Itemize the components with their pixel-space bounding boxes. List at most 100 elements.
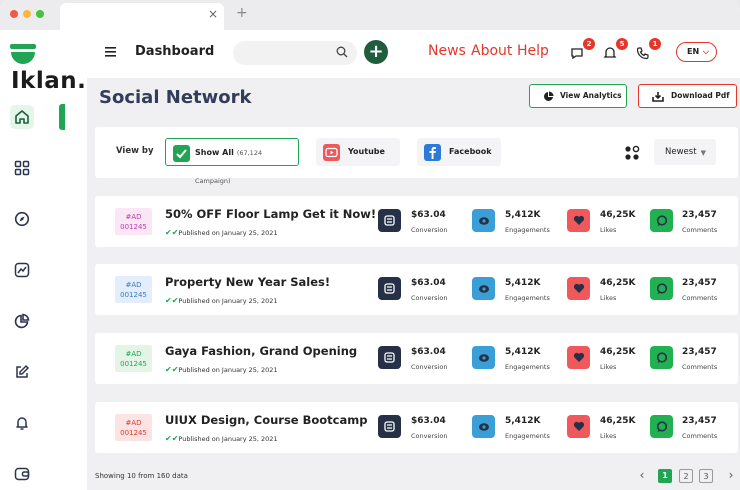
comments-value: 23,457 <box>682 278 717 288</box>
campaign-row[interactable]: #AD 001245 50% OFF Floor Lamp Get it Now!… <box>95 196 738 247</box>
engagements-value: 5,412K <box>505 278 541 288</box>
heart-icon <box>567 415 590 438</box>
nav-link-about[interactable]: About <box>471 43 512 59</box>
engagements-label: Engagements <box>505 226 550 234</box>
search-input[interactable] <box>233 41 357 65</box>
filter-facebook[interactable]: Facebook <box>417 138 501 166</box>
phone-icon <box>636 47 649 60</box>
likes-label: Likes <box>600 363 617 371</box>
top-header: Dashboard + News About Help 2 5 1 EN ⌵ <box>87 30 740 78</box>
conversion-icon <box>378 415 401 438</box>
youtube-label: Youtube <box>348 147 385 156</box>
menu-icon[interactable] <box>105 47 116 57</box>
double-check-icon: ✔✔ <box>165 365 179 374</box>
bell-icon <box>16 417 28 430</box>
nav-link-news[interactable]: News <box>428 43 466 59</box>
sidebar-item-wallet[interactable] <box>10 462 34 486</box>
heart-icon <box>567 346 590 369</box>
new-tab-icon[interactable]: + <box>236 5 248 21</box>
minimize-window-dot[interactable] <box>23 10 31 18</box>
download-icon <box>652 92 664 102</box>
youtube-icon <box>323 144 340 161</box>
eye-icon <box>472 277 495 300</box>
bell-icon <box>603 47 617 58</box>
comments-label: Comments <box>682 363 718 371</box>
sidebar-item-analytics[interactable] <box>10 258 34 282</box>
view-analytics-label: View Analytics <box>560 91 622 100</box>
campaign-row[interactable]: #AD 001245 Property New Year Sales! ✔✔Pub… <box>95 264 738 315</box>
likes-value: 46,25K <box>600 347 636 357</box>
chat-notification[interactable]: 2 <box>570 38 595 61</box>
call-badge: 1 <box>649 38 661 50</box>
view-analytics-button[interactable]: View Analytics <box>529 84 627 108</box>
conversion-label: Conversion <box>411 432 448 440</box>
double-check-icon: ✔✔ <box>165 296 179 305</box>
brand-name: Iklan. <box>11 68 87 94</box>
chevron-down-icon: ⌵ <box>702 47 709 56</box>
page-title: Dashboard <box>135 44 215 59</box>
search-icon[interactable] <box>336 46 348 58</box>
campaign-title[interactable]: 50% OFF Floor Lamp Get it Now! <box>165 207 376 221</box>
sidebar-item-home[interactable] <box>10 105 34 129</box>
edit-icon <box>16 364 30 378</box>
campaign-title[interactable]: Gaya Fashion, Grand Opening <box>165 344 357 358</box>
filter-bar: View by Show All (67,124 Campaign) Youtub… <box>95 127 738 185</box>
page-3[interactable]: 3 <box>699 469 713 483</box>
view-by-label: View by <box>116 146 154 156</box>
engagements-label: Engagements <box>505 363 550 371</box>
sort-select[interactable]: Newest ▼ <box>654 139 716 165</box>
call-notification[interactable]: 1 <box>636 38 661 61</box>
conversion-value: $63.04 <box>411 210 446 220</box>
next-page-icon[interactable]: › <box>724 469 738 483</box>
download-pdf-button[interactable]: Download Pdf <box>638 84 737 108</box>
page-1[interactable]: 1 <box>658 469 672 483</box>
eye-icon <box>472 346 495 369</box>
comments-label: Comments <box>682 294 718 302</box>
comment-icon <box>650 415 673 438</box>
ad-id-badge: #AD 001245 <box>115 345 152 372</box>
likes-label: Likes <box>600 432 617 440</box>
likes-label: Likes <box>600 226 617 234</box>
grid-icon <box>14 160 30 176</box>
campaign-title[interactable]: Property New Year Sales! <box>165 275 330 289</box>
maximize-window-dot[interactable] <box>36 10 44 18</box>
campaign-row[interactable]: #AD 001245 Gaya Fashion, Grand Opening ✔✔… <box>95 333 738 384</box>
sidebar-item-edit[interactable] <box>10 360 34 384</box>
facebook-icon <box>424 144 441 161</box>
likes-value: 46,25K <box>600 210 636 220</box>
comments-value: 23,457 <box>682 347 717 357</box>
engagements-label: Engagements <box>505 294 550 302</box>
pie-chart-icon <box>14 313 30 329</box>
alert-notification[interactable]: 5 <box>603 38 628 61</box>
campaign-title[interactable]: UIUX Design, Course Bootcamp <box>165 413 367 427</box>
comments-value: 23,457 <box>682 210 717 220</box>
engagements-value: 5,412K <box>505 210 541 220</box>
prev-page-icon[interactable]: ‹ <box>635 469 649 483</box>
tab-close-icon[interactable]: × <box>208 7 218 21</box>
published-text: Published on January 25, 2021 <box>178 435 278 443</box>
layout-toggle-icon[interactable] <box>620 141 644 165</box>
nav-link-help[interactable]: Help <box>517 43 549 59</box>
conversion-value: $63.04 <box>411 416 446 426</box>
filter-youtube[interactable]: Youtube <box>316 138 400 166</box>
filter-show-all[interactable]: Show All (67,124 Campaign) <box>165 138 299 185</box>
analytics-icon <box>544 91 554 101</box>
sidebar-item-notifications[interactable] <box>10 411 34 435</box>
published-date: ✔✔Published on January 25, 2021 <box>165 434 278 443</box>
browser-chrome: × + <box>0 0 740 30</box>
conversion-icon <box>378 209 401 232</box>
published-text: Published on January 25, 2021 <box>178 229 278 237</box>
close-window-dot[interactable] <box>10 10 18 18</box>
sidebar-item-grid[interactable] <box>10 156 34 180</box>
eye-icon <box>472 209 495 232</box>
published-date: ✔✔Published on January 25, 2021 <box>165 228 278 237</box>
campaign-row[interactable]: #AD 001245 UIUX Design, Course Bootcamp ✔… <box>95 402 738 453</box>
browser-tab[interactable]: × <box>60 3 224 30</box>
sidebar-item-explore[interactable] <box>10 207 34 231</box>
add-button[interactable]: + <box>364 40 388 64</box>
page-2[interactable]: 2 <box>679 469 693 483</box>
heart-icon <box>567 209 590 232</box>
sidebar-item-reports[interactable] <box>10 309 34 333</box>
conversion-value: $63.04 <box>411 278 446 288</box>
language-select[interactable]: EN ⌵ <box>676 42 717 62</box>
